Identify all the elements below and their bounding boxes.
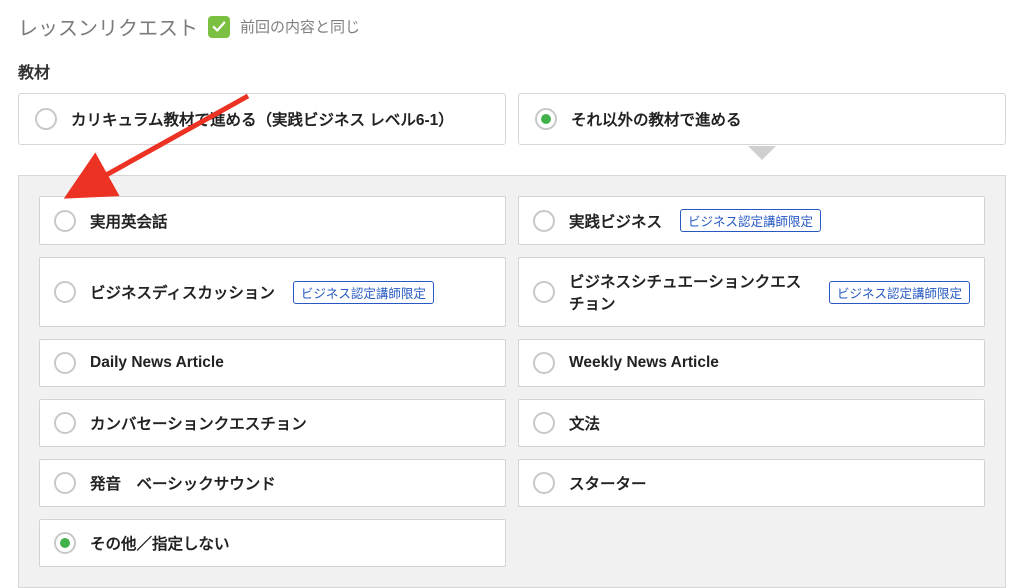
radio-icon	[533, 281, 555, 303]
material-item-label: 発音 ベーシックサウンド	[90, 472, 276, 494]
material-option-curriculum[interactable]: カリキュラム教材で進める（実践ビジネス レベル6-1）	[18, 93, 506, 145]
material-item-label: Weekly News Article	[569, 354, 719, 372]
material-item-label: カンバセーションクエスチョン	[90, 412, 307, 434]
radio-icon	[54, 532, 76, 554]
material-item-other-none[interactable]: その他／指定しない	[39, 519, 506, 567]
material-item-label: Daily News Article	[90, 354, 224, 372]
business-only-badge: ビジネス認定講師限定	[829, 281, 970, 304]
material-item-pronunciation[interactable]: 発音 ベーシックサウンド	[39, 459, 506, 507]
material-item-practical-business[interactable]: 実践ビジネス ビジネス認定講師限定	[518, 196, 985, 245]
material-grid-panel: 実用英会話 実践ビジネス ビジネス認定講師限定 ビジネスディスカッション ビジネ…	[18, 175, 1006, 588]
business-only-badge: ビジネス認定講師限定	[293, 281, 434, 304]
business-only-badge: ビジネス認定講師限定	[680, 209, 821, 232]
radio-icon	[54, 281, 76, 303]
radio-icon	[533, 210, 555, 232]
material-item-label: 実践ビジネス	[569, 210, 662, 232]
radio-icon	[533, 472, 555, 494]
radio-icon	[54, 412, 76, 434]
radio-icon	[533, 412, 555, 434]
material-item-business-discussion[interactable]: ビジネスディスカッション ビジネス認定講師限定	[39, 257, 506, 327]
radio-icon	[533, 352, 555, 374]
material-item-weekly-news[interactable]: Weekly News Article	[518, 339, 985, 387]
radio-icon	[535, 108, 557, 130]
chevron-down-icon	[748, 146, 776, 160]
radio-icon	[35, 108, 57, 130]
material-item-business-situation[interactable]: ビジネスシチュエーションクエスチョン ビジネス認定講師限定	[518, 257, 985, 327]
material-item-starter[interactable]: スターター	[518, 459, 985, 507]
material-option-label: それ以外の教材で進める	[571, 108, 742, 130]
material-option-label: カリキュラム教材で進める（実践ビジネス レベル6-1）	[71, 108, 454, 130]
material-item-daily-news[interactable]: Daily News Article	[39, 339, 506, 387]
material-item-label: その他／指定しない	[90, 532, 230, 554]
material-item-label: ビジネスシチュエーションクエスチョン	[569, 270, 811, 314]
page-title: レッスンリクエスト	[18, 12, 198, 41]
material-item-conversation-q[interactable]: カンバセーションクエスチョン	[39, 399, 506, 447]
material-option-other[interactable]: それ以外の教材で進める	[518, 93, 1006, 145]
material-item-label: スターター	[569, 472, 647, 494]
radio-icon	[54, 210, 76, 232]
material-item-label: ビジネスディスカッション	[90, 281, 275, 303]
material-item-label: 文法	[569, 412, 600, 434]
material-item-practical-english[interactable]: 実用英会話	[39, 196, 506, 245]
check-icon	[212, 20, 226, 34]
same-as-last-checkbox[interactable]	[208, 16, 230, 38]
radio-icon	[54, 472, 76, 494]
same-as-last-label: 前回の内容と同じ	[240, 16, 360, 37]
material-item-grammar[interactable]: 文法	[518, 399, 985, 447]
materials-section-label: 教材	[18, 59, 1006, 83]
material-item-label: 実用英会話	[90, 210, 168, 232]
radio-icon	[54, 352, 76, 374]
